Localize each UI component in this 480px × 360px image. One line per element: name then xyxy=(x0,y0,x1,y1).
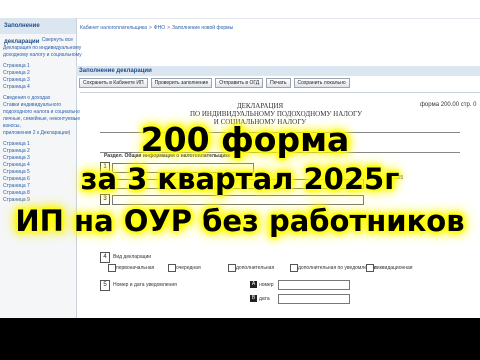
save-local-button[interactable]: Сохранить локально xyxy=(293,78,350,88)
print-button[interactable]: Печать xyxy=(266,78,291,88)
toolbar: Сохранить в Кабинете ИП Проверить заполн… xyxy=(79,78,350,88)
save-to-cabinet-button[interactable]: Сохранить в Кабинете ИП xyxy=(79,78,148,88)
sidebar-item-declaration[interactable]: Декларация по индивидуальному xyxy=(0,45,81,52)
field-number: 4 xyxy=(100,252,110,263)
sidebar-item-appendix[interactable]: Ставки индивидуального xyxy=(0,102,76,109)
field-4-label: Вид декларации xyxy=(113,254,152,260)
letterbox-bar xyxy=(0,318,480,360)
decl-type-checkbox[interactable] xyxy=(168,264,176,272)
field-5b-label: дата xyxy=(259,296,270,302)
field-badge-a: A xyxy=(250,281,257,288)
breadcrumb-item[interactable]: Кабинет налогоплательщика xyxy=(80,25,147,31)
sidebar-item-appendix[interactable]: подоходного налога и социального налога, xyxy=(0,109,103,116)
sidebar-item-page[interactable]: Страница 4 xyxy=(0,84,76,91)
form-title-line: ДЕКЛАРАЦИЯ xyxy=(236,102,284,110)
screenshot-frame: Заполнение декларации Свернуть все Декла… xyxy=(0,0,480,360)
breadcrumb-item-current: Заполнение новой формы xyxy=(172,25,234,31)
sidebar-item-page[interactable]: Страница 9 xyxy=(0,197,76,204)
field-badge-b: B xyxy=(250,295,257,302)
field-5a-label: номер xyxy=(259,282,274,288)
decl-type-checkbox[interactable] xyxy=(366,264,374,272)
breadcrumb-item[interactable]: ФНО xyxy=(154,25,165,31)
form-code: форма 200.00 стр. 0 xyxy=(420,102,477,108)
decl-type-option: ликвидационная xyxy=(374,265,413,271)
overlay-caption-line: за 3 квартал 2025г xyxy=(80,162,400,196)
decl-type-checkbox[interactable] xyxy=(290,264,298,272)
decl-type-option: первоначальная xyxy=(116,265,155,271)
breadcrumb: Кабинет налогоплательщика > ФНО > Заполнение… xyxy=(80,25,233,31)
overlay-caption-line: ИП на ОУР без работников xyxy=(15,204,465,238)
field-number: 5 xyxy=(100,280,110,291)
decl-type-option: дополнительная xyxy=(236,265,275,271)
send-to-ogd-button[interactable]: Отправить в ОГД xyxy=(215,78,264,88)
field-5-label: Номер и дата уведомления xyxy=(113,282,177,288)
decl-type-option: очередная xyxy=(176,265,201,271)
decl-type-checkbox[interactable] xyxy=(108,264,116,272)
check-form-button[interactable]: Проверить заполнение xyxy=(150,78,213,88)
notice-number-field[interactable] xyxy=(278,280,350,290)
notice-date-field[interactable] xyxy=(278,294,350,304)
top-strip xyxy=(0,0,480,19)
overlay-caption-line: 200 форма xyxy=(140,120,350,159)
sidebar-item-appendix[interactable]: Сведения о доходах xyxy=(0,95,76,102)
form-title-line: ПО ИНДИВИДУАЛЬНОМУ ПОДОХОДНОМУ НАЛОГУ xyxy=(190,110,363,118)
chevron-right-icon: > xyxy=(167,25,171,31)
sidebar-title: Заполнение декларации xyxy=(0,18,76,45)
sidebar-item-page[interactable]: Страница 3 xyxy=(0,77,76,84)
sidebar-item-page[interactable]: Страница 2 xyxy=(0,70,76,77)
chevron-right-icon: > xyxy=(148,25,152,31)
sidebar-item-page[interactable]: Страница 1 xyxy=(0,63,76,70)
sidebar-item-declaration-cont[interactable]: доходному налогу и социальному xyxy=(0,52,82,59)
decl-type-checkbox[interactable] xyxy=(228,264,236,272)
decl-type-option: дополнительная по уведомлению xyxy=(298,265,377,271)
panel-title: Заполнение декларации xyxy=(76,66,480,76)
